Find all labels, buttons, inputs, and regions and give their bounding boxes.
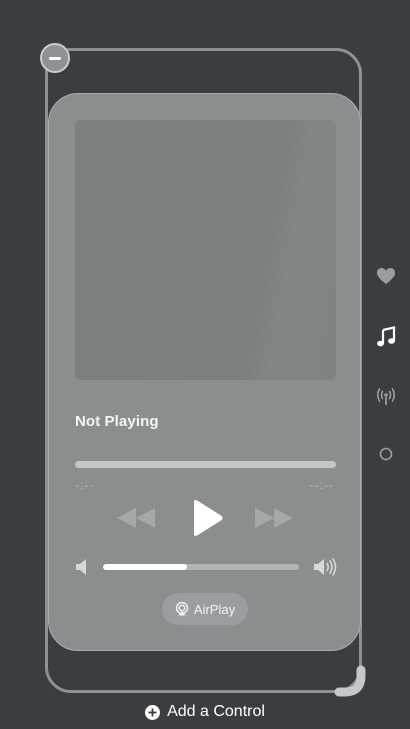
volume-row — [49, 555, 360, 579]
remaining-time: --:-- — [309, 478, 334, 492]
plus-circle-icon — [145, 704, 161, 720]
remove-control-button[interactable] — [40, 43, 70, 73]
volume-fill — [103, 564, 188, 570]
resize-handle[interactable] — [333, 664, 369, 700]
play-icon — [194, 500, 223, 536]
now-playing-control[interactable]: Not Playing -:-- --:-- AirPlay — [48, 93, 361, 651]
speaker-low-icon — [75, 558, 89, 581]
rewind-button[interactable] — [113, 496, 159, 540]
transport-controls — [49, 496, 360, 540]
heart-icon[interactable] — [374, 264, 398, 288]
add-control-button[interactable]: Add a Control — [0, 701, 410, 723]
minus-circle-icon — [49, 56, 61, 60]
fast-forward-icon — [255, 508, 293, 528]
elapsed-time: -:-- — [75, 478, 95, 492]
airplay-button[interactable]: AirPlay — [162, 593, 248, 625]
circle-icon[interactable] — [374, 442, 398, 466]
track-title: Not Playing — [75, 413, 159, 430]
playback-scrubber[interactable] — [75, 461, 336, 468]
play-button[interactable] — [183, 496, 229, 540]
add-control-label: Add a Control — [167, 703, 265, 720]
volume-slider[interactable] — [103, 564, 299, 570]
music-note-icon[interactable] — [374, 325, 398, 349]
rewind-icon — [117, 508, 155, 528]
airplay-label: AirPlay — [193, 601, 236, 617]
speaker-high-icon — [313, 557, 337, 582]
fast-forward-button[interactable] — [251, 496, 297, 540]
antenna-icon[interactable] — [374, 385, 398, 409]
album-artwork-placeholder — [75, 120, 336, 380]
airplay-icon — [175, 602, 189, 616]
